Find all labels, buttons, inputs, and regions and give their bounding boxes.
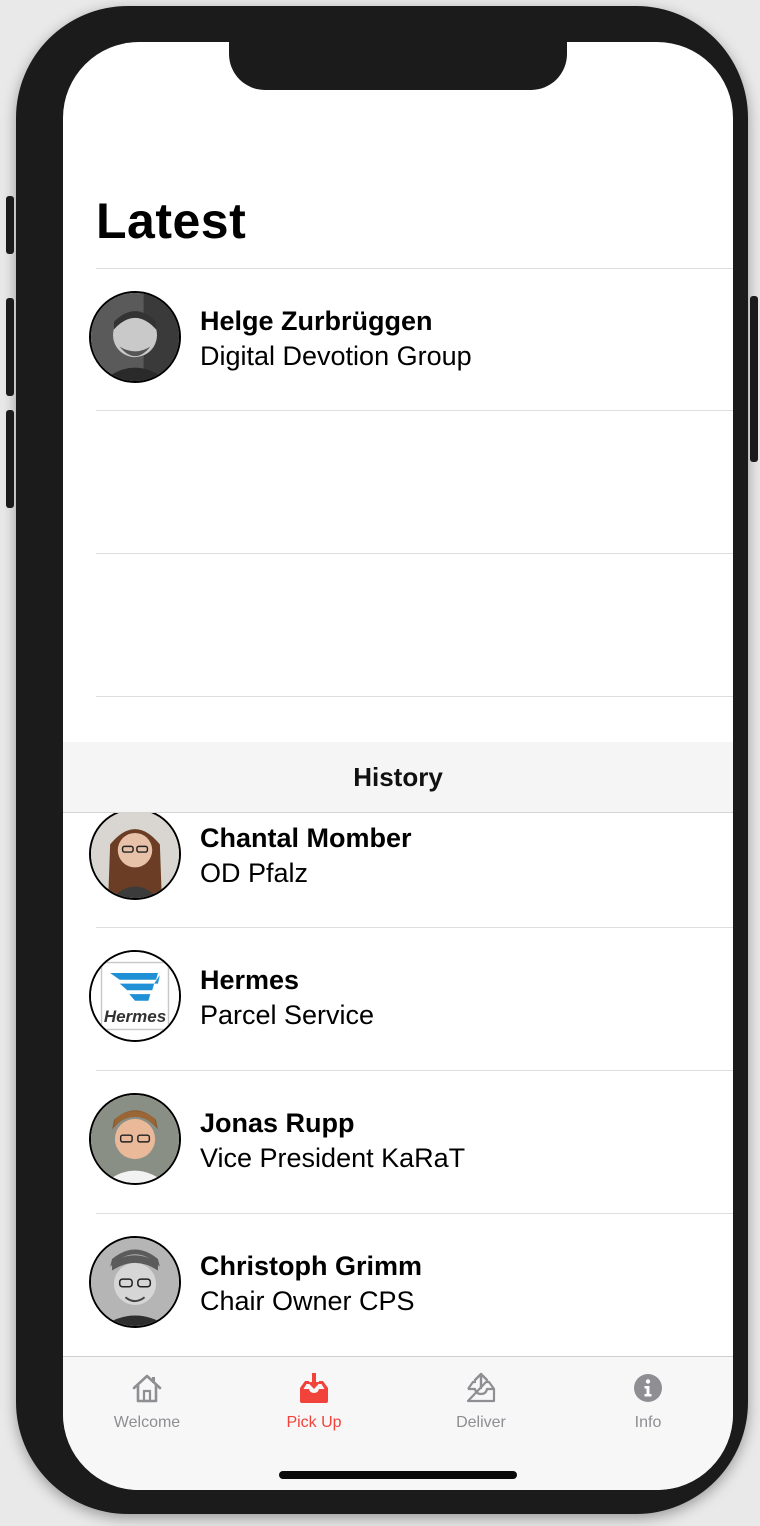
section-header-history: History	[63, 742, 733, 813]
avatar	[89, 808, 181, 900]
list-item[interactable]: Christoph Grimm Chair Owner CPS	[63, 1214, 733, 1356]
contact-name: Hermes	[200, 965, 300, 995]
divider	[96, 553, 733, 554]
mute-switch	[6, 196, 14, 254]
outbox-upload-icon	[466, 1372, 496, 1403]
app-screen: Latest Helge Zurbrüggen Digital Devotion…	[63, 42, 733, 1490]
divider	[96, 696, 733, 697]
contact-name: Chantal Momber	[200, 823, 412, 853]
person-photo-icon	[91, 1095, 179, 1183]
home-indicator[interactable]	[279, 1471, 517, 1479]
divider	[96, 410, 733, 411]
contact-subtitle: Vice President KaRaT	[200, 1143, 466, 1173]
person-photo-icon	[91, 293, 179, 381]
person-photo-icon	[91, 1238, 179, 1326]
avatar	[89, 1093, 181, 1185]
tab-bar: Welcome Pick Up Deliver Info	[63, 1356, 733, 1490]
inbox-download-icon	[300, 1373, 328, 1403]
avatar: Hermes	[89, 950, 181, 1042]
list-item[interactable]: Helge Zurbrüggen Digital Devotion Group	[63, 269, 733, 411]
contact-subtitle: Chair Owner CPS	[200, 1286, 415, 1316]
tab-label: Info	[634, 1414, 662, 1431]
avatar	[89, 1236, 181, 1328]
phone-frame: Latest Helge Zurbrüggen Digital Devotion…	[6, 6, 758, 1514]
contact-name: Helge Zurbrüggen	[200, 306, 433, 336]
tab-label: Deliver	[456, 1414, 506, 1431]
tab-info[interactable]: Info	[564, 1357, 732, 1449]
contact-name: Christoph Grimm	[200, 1251, 423, 1281]
contact-subtitle: OD Pfalz	[200, 858, 309, 888]
volume-up-button	[6, 298, 14, 396]
list-item[interactable]: Hermes Hermes Parcel Service	[63, 928, 733, 1070]
volume-down-button	[6, 410, 14, 508]
power-button	[750, 296, 758, 462]
avatar	[89, 291, 181, 383]
tab-pick-up[interactable]: Pick Up	[230, 1357, 398, 1449]
home-icon	[132, 1374, 162, 1403]
person-photo-icon	[91, 810, 179, 898]
hermes-logo-text: Hermes	[103, 1007, 167, 1026]
tab-welcome[interactable]: Welcome	[63, 1357, 231, 1449]
tab-label: Welcome	[113, 1414, 181, 1431]
contact-name: Jonas Rupp	[200, 1108, 355, 1138]
tab-label: Pick Up	[286, 1414, 342, 1431]
list-item[interactable]: Jonas Rupp Vice President KaRaT	[63, 1071, 733, 1213]
page-title: Latest	[96, 193, 247, 249]
contact-subtitle: Parcel Service	[200, 1000, 375, 1030]
notch	[229, 42, 567, 90]
contact-subtitle: Digital Devotion Group	[200, 341, 472, 371]
tab-deliver[interactable]: Deliver	[397, 1357, 565, 1449]
info-icon	[634, 1374, 662, 1402]
section-header-label: History	[353, 761, 443, 792]
